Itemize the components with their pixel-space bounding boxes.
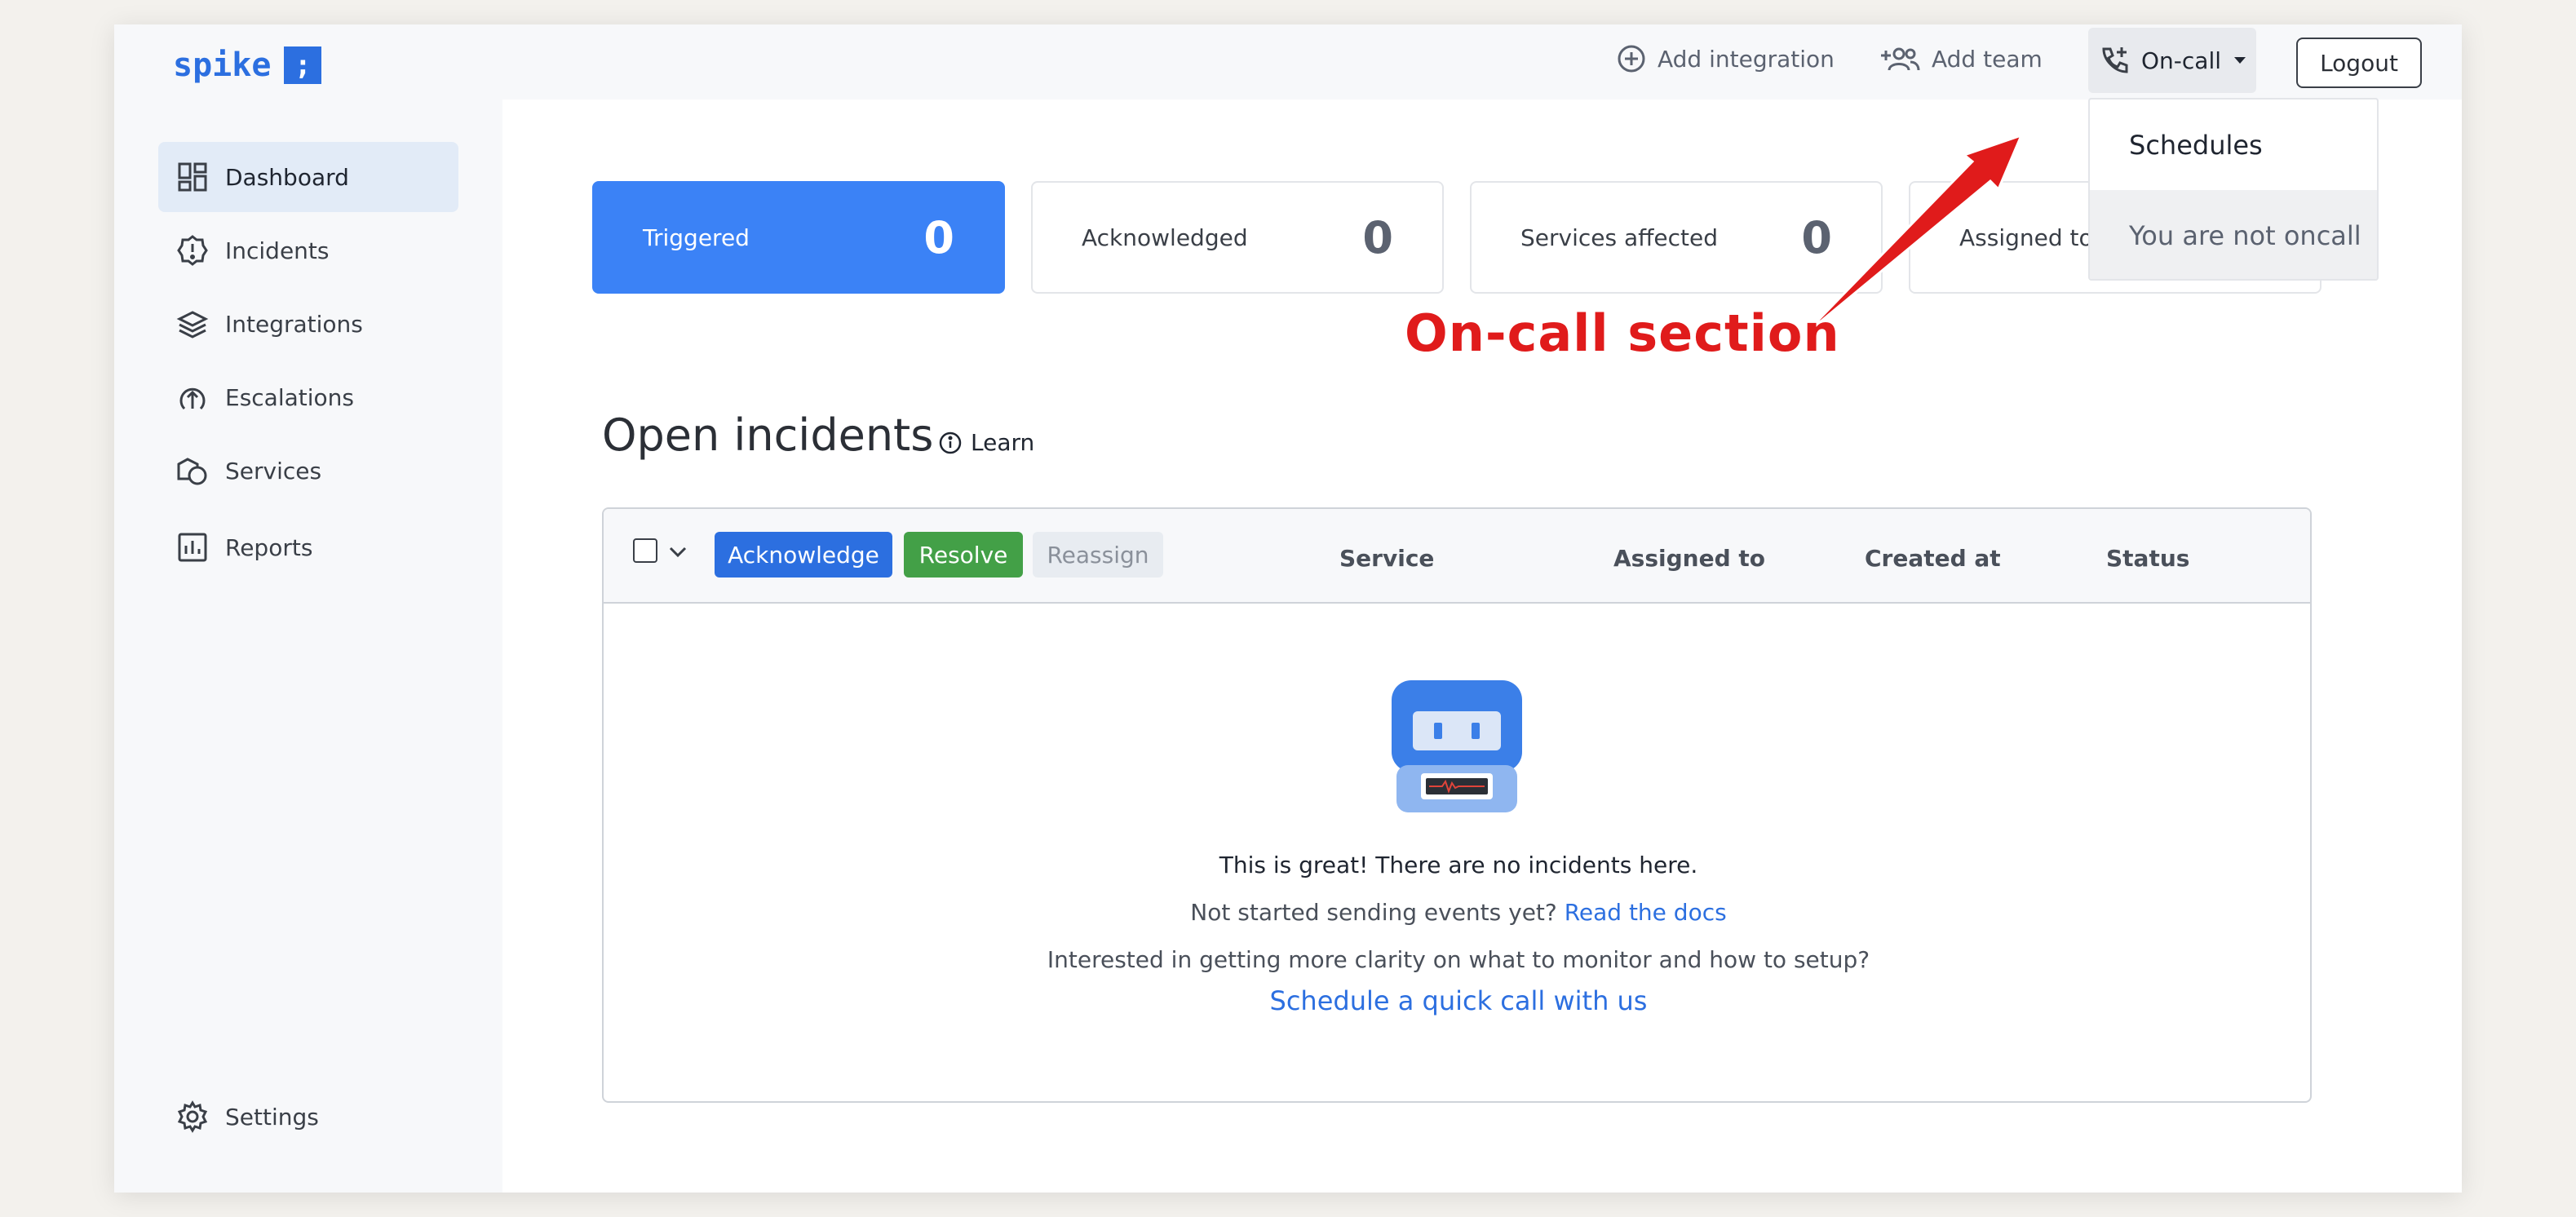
stat-label: Services affected [1520,223,1719,251]
sidebar-item-integrations[interactable]: Integrations [158,289,458,359]
incidents-table: Acknowledge Resolve Reassign Service Ass… [602,507,2312,1103]
menu-item-oncall-status: You are not oncall [2090,190,2377,279]
column-header-assigned-to[interactable]: Assigned to [1613,545,1765,572]
gear-icon [176,1100,209,1133]
sidebar: spike ; Dashboard Incidents Integrations [114,24,502,1193]
add-team-button[interactable]: Add team [1879,34,2043,83]
alert-icon [176,234,209,267]
learn-label: Learn [971,429,1035,456]
layers-icon [176,308,209,340]
sidebar-item-label: Settings [225,1103,319,1131]
stat-card-acknowledged[interactable]: Acknowledged 0 [1031,181,1444,294]
phone-plus-icon [2102,47,2128,73]
add-team-icon [1881,47,1920,71]
logout-button[interactable]: Logout [2296,38,2422,88]
reassign-button[interactable]: Reassign [1033,532,1163,578]
empty-state-message: This is great! There are no incidents he… [1219,852,1698,878]
sidebar-item-label: Services [225,457,322,485]
empty-state-docs-line: Not started sending events yet? Read the… [604,899,2310,926]
shapes-icon [176,454,209,487]
info-icon [939,431,962,454]
stat-value: 0 [923,211,954,263]
page-title: Open incidents [602,409,934,461]
column-header-status[interactable]: Status [2106,545,2189,572]
robot-illustration [1392,680,1522,812]
chevron-down-icon[interactable] [666,542,690,561]
stat-label: Acknowledged [1082,223,1248,251]
menu-item-schedules[interactable]: Schedules [2090,100,2377,190]
sidebar-item-label: Dashboard [225,163,349,191]
sidebar-item-settings[interactable]: Settings [158,1082,458,1152]
stat-value: 0 [1362,211,1393,263]
logo-badge: ; [284,46,322,84]
oncall-label: On-call [2141,46,2221,74]
sidebar-item-reports[interactable]: Reports [158,512,458,582]
logo-text: spike [173,46,272,84]
stat-label: Triggered [643,223,750,251]
dashboard-icon [176,161,209,193]
add-integration-label: Add integration [1658,45,1835,73]
sidebar-item-incidents[interactable]: Incidents [158,215,458,285]
read-docs-link[interactable]: Read the docs [1565,899,1727,926]
stat-card-triggered[interactable]: Triggered 0 [592,181,1005,294]
stat-card-services-affected[interactable]: Services affected 0 [1470,181,1883,294]
app-window: spike ; Dashboard Incidents Integrations [114,24,2462,1193]
sidebar-item-label: Incidents [225,237,330,264]
escalation-icon [176,381,209,414]
annotation-label: On-call section [1405,303,1840,363]
select-all-checkbox[interactable] [633,538,657,563]
logo[interactable]: spike ; [173,46,322,85]
add-team-label: Add team [1932,45,2043,73]
learn-link[interactable]: Learn [938,429,1034,456]
empty-state-call-prompt: Interested in getting more clarity on wh… [1047,946,1870,973]
oncall-dropdown-button[interactable]: On-call [2088,28,2256,93]
sidebar-item-services[interactable]: Services [158,436,458,506]
stat-label: Assigned to [1959,223,2093,251]
add-integration-button[interactable]: Add integration [1617,34,1835,83]
sidebar-item-dashboard[interactable]: Dashboard [158,142,458,212]
caret-down-icon [2234,57,2246,64]
stat-value: 0 [1801,211,1832,263]
resolve-button[interactable]: Resolve [904,532,1023,578]
docs-prompt-text: Not started sending events yet? [1190,899,1565,926]
table-header: Acknowledge Resolve Reassign Service Ass… [604,509,2310,604]
column-header-service[interactable]: Service [1339,545,1434,572]
acknowledge-button[interactable]: Acknowledge [715,532,892,578]
column-header-created-at[interactable]: Created at [1865,545,2001,572]
schedule-call-link[interactable]: Schedule a quick call with us [604,985,2310,1016]
oncall-dropdown-menu-overlay: Schedules You are not oncall [2088,98,2379,281]
sidebar-item-label: Integrations [225,310,363,338]
plus-circle-icon [1618,45,1645,73]
sidebar-item-label: Reports [225,533,313,561]
sidebar-item-label: Escalations [225,383,354,411]
chart-icon [176,531,209,564]
sidebar-item-escalations[interactable]: Escalations [158,362,458,432]
